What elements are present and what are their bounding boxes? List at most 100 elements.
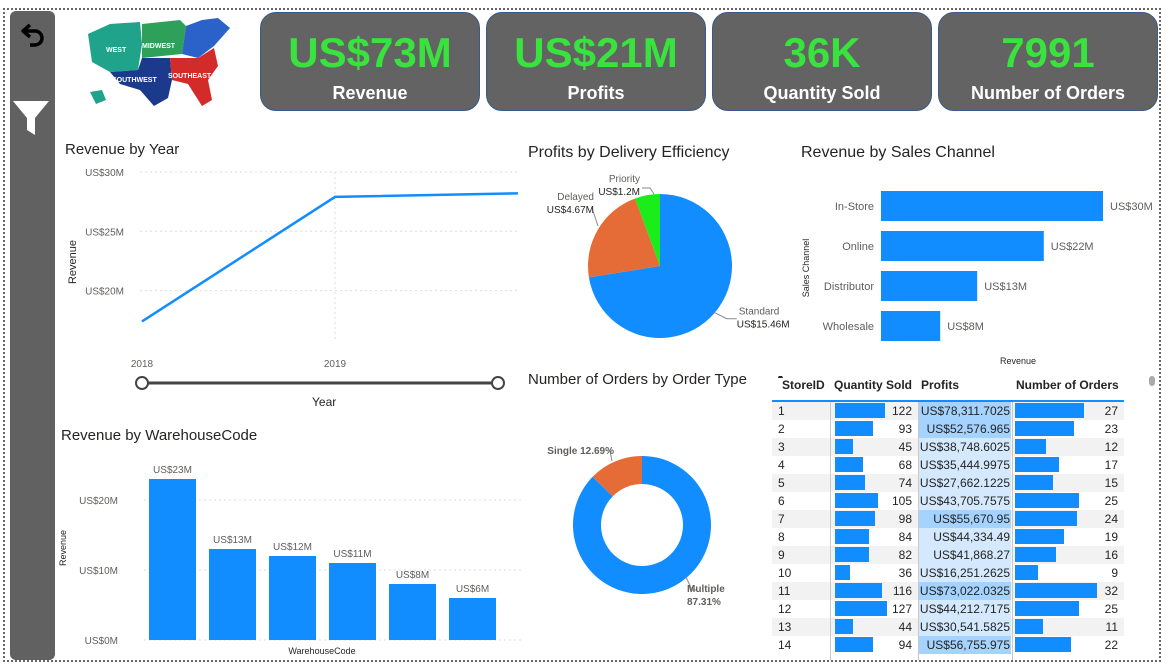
table-row[interactable]: 6 105 US$43,705.7575 25 bbox=[772, 492, 1124, 510]
column-header-profits[interactable]: Profits bbox=[921, 378, 959, 392]
x-tick-label: 2019 bbox=[324, 359, 347, 370]
table-row[interactable]: 8 84 US$44,334.49 19 bbox=[772, 528, 1124, 546]
quantity-databar bbox=[835, 493, 878, 508]
table-row[interactable]: 2 93 US$52,576.965 23 bbox=[772, 420, 1124, 438]
quantity-databar bbox=[835, 529, 870, 544]
cell-quantity: 94 bbox=[898, 638, 912, 652]
orders-databar bbox=[1015, 475, 1054, 490]
table-header: ▲ StoreID Quantity Sold Profits Number o… bbox=[772, 376, 1126, 400]
channel-bar[interactable] bbox=[881, 191, 1103, 221]
kpi-label: Quantity Sold bbox=[763, 83, 881, 103]
quantity-databar bbox=[835, 511, 876, 526]
back-button[interactable] bbox=[10, 11, 55, 56]
table-row[interactable]: 4 68 US$35,444.9975 17 bbox=[772, 456, 1124, 474]
table-row[interactable]: 10 36 US$16,251.2625 9 bbox=[772, 564, 1124, 582]
warehouse-bar[interactable] bbox=[209, 549, 256, 640]
table-row[interactable]: 9 82 US$41,868.27 16 bbox=[772, 546, 1124, 564]
kpi-revenue-card: US$73M Revenue bbox=[260, 12, 480, 111]
column-header-quantity[interactable]: Quantity Sold bbox=[834, 378, 912, 392]
cell-profits: US$41,868.27 bbox=[933, 548, 1010, 562]
sidebar bbox=[10, 11, 55, 660]
cell-quantity: 44 bbox=[898, 620, 912, 634]
cell-quantity: 36 bbox=[898, 566, 912, 580]
table-row[interactable]: 5 74 US$27,662.1225 15 bbox=[772, 474, 1124, 492]
category-label: Distributor bbox=[824, 281, 874, 293]
pie-value-label: US$15.46M bbox=[737, 320, 790, 331]
cell-profits: US$43,705.7575 bbox=[919, 494, 1010, 508]
x-axis-label: WarehouseCode bbox=[288, 646, 355, 656]
channel-bar[interactable] bbox=[881, 311, 941, 341]
cell-quantity: 98 bbox=[898, 512, 912, 526]
table-row[interactable]: 7 98 US$55,670.95 24 bbox=[772, 510, 1124, 528]
x-tick-label: 2018 bbox=[131, 359, 154, 370]
category-label: In-Store bbox=[835, 201, 874, 213]
cell-profits: US$16,251.2625 bbox=[919, 566, 1010, 580]
cell-storeid: 8 bbox=[778, 530, 785, 544]
cell-storeid: 5 bbox=[778, 476, 785, 490]
table-row[interactable]: 14 94 US$56,755.975 22 bbox=[772, 636, 1124, 654]
quantity-databar bbox=[835, 421, 874, 436]
year-slider-label: Year bbox=[312, 395, 337, 409]
cell-orders: 19 bbox=[1104, 530, 1118, 544]
orders-databar bbox=[1015, 421, 1074, 436]
y-tick-label: US$20M bbox=[79, 496, 118, 507]
cell-orders: 24 bbox=[1104, 512, 1118, 526]
table-row[interactable]: 13 44 US$30,541.5825 11 bbox=[772, 618, 1124, 636]
warehouse-bar[interactable] bbox=[449, 598, 496, 640]
cell-orders: 17 bbox=[1104, 458, 1118, 472]
table-row[interactable]: 12 127 US$44,212.7175 25 bbox=[772, 600, 1124, 618]
kpi-quantity-card: 36K Quantity Sold bbox=[712, 12, 932, 111]
orders-databar bbox=[1015, 511, 1077, 526]
revenue-by-year-title: Revenue by Year bbox=[65, 141, 180, 158]
orders-databar bbox=[1015, 439, 1046, 454]
quantity-databar bbox=[835, 583, 883, 598]
table-row[interactable]: 11 116 US$73,022.0325 32 bbox=[772, 582, 1124, 600]
cell-profits: US$78,311.7025 bbox=[920, 404, 1010, 418]
us-regions-map: WEST MIDWEST SOUTHWEST SOUTHEAST bbox=[88, 18, 230, 106]
kpi-label: Profits bbox=[567, 83, 625, 103]
category-label: Wholesale bbox=[823, 321, 874, 333]
pie-value-label: US$1.2M bbox=[598, 187, 640, 198]
channel-bar[interactable] bbox=[881, 271, 978, 301]
cell-orders: 23 bbox=[1104, 422, 1118, 436]
orders-databar bbox=[1015, 583, 1097, 598]
cell-storeid: 9 bbox=[778, 548, 785, 562]
slider-end-handle[interactable] bbox=[491, 376, 505, 390]
column-header-storeid[interactable]: StoreID bbox=[782, 378, 825, 392]
cell-quantity: 122 bbox=[891, 404, 912, 418]
cell-quantity: 93 bbox=[898, 422, 912, 436]
cell-storeid: 3 bbox=[778, 440, 785, 454]
orders-databar bbox=[1015, 547, 1056, 562]
orders-databar bbox=[1015, 565, 1039, 580]
donut-label: Single 12.69% bbox=[547, 446, 614, 457]
cell-storeid: 13 bbox=[778, 620, 792, 634]
bar-value-label: US$23M bbox=[153, 465, 192, 476]
column-header-orders[interactable]: Number of Orders bbox=[1016, 378, 1119, 392]
kpi-value: US$73M bbox=[288, 29, 452, 76]
kpi-label: Number of Orders bbox=[970, 83, 1126, 103]
slider-start-handle[interactable] bbox=[135, 376, 149, 390]
pie-label: Delayed bbox=[557, 192, 594, 203]
cell-storeid: 1 bbox=[778, 404, 785, 418]
table-row[interactable]: 1 122 US$78,311.7025 27 bbox=[772, 402, 1124, 420]
warehouse-bar[interactable] bbox=[269, 556, 316, 640]
year-slider[interactable] bbox=[130, 372, 510, 394]
warehouse-bar[interactable] bbox=[389, 584, 436, 640]
profits-by-delivery-title: Profits by Delivery Efficiency bbox=[528, 144, 730, 161]
cell-quantity: 82 bbox=[898, 548, 912, 562]
quantity-databar bbox=[835, 403, 885, 418]
bar-value-label: US$22M bbox=[1051, 241, 1094, 253]
orders-databar bbox=[1015, 601, 1080, 616]
bar-value-label: US$13M bbox=[213, 535, 252, 546]
filter-button[interactable] bbox=[8, 95, 53, 140]
channel-bar[interactable] bbox=[881, 231, 1044, 261]
y-axis-label: Revenue bbox=[67, 240, 79, 284]
y-tick-label: US$0M bbox=[85, 636, 118, 647]
warehouse-bar[interactable] bbox=[149, 479, 196, 640]
cell-storeid: 14 bbox=[778, 638, 792, 652]
table-scrollbar[interactable] bbox=[1149, 376, 1155, 386]
warehouse-bar[interactable] bbox=[329, 563, 376, 640]
map-label-southwest: SOUTHWEST bbox=[112, 77, 157, 84]
table-row[interactable]: 3 45 US$38,748.6025 12 bbox=[772, 438, 1124, 456]
cell-profits: US$56,755.975 bbox=[926, 638, 1010, 652]
